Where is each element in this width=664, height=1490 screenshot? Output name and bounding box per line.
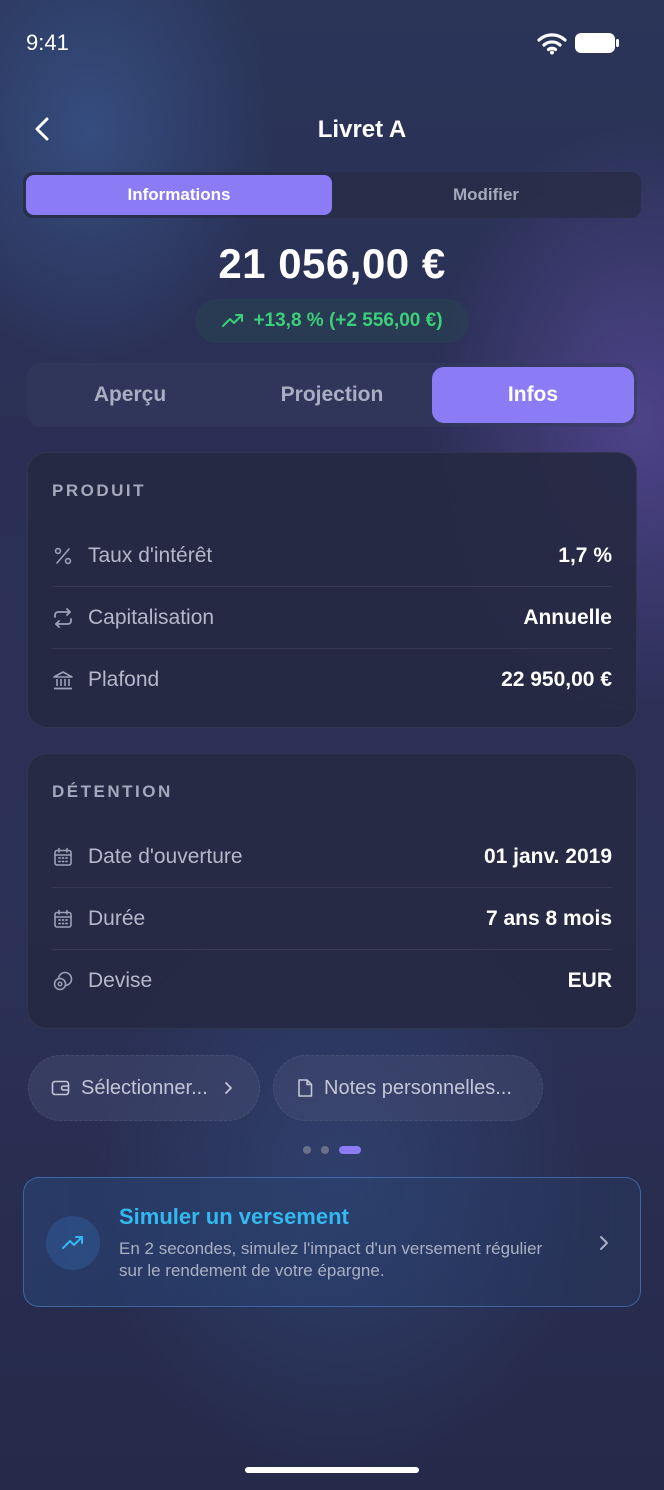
personal-notes-chip[interactable]: Notes personnelles... [273,1055,543,1121]
status-time: 9:41 [26,30,69,55]
page-title: Livret A [317,116,407,143]
row-label: Plafond [88,668,160,691]
row-label: Taux d'intérêt [88,543,213,567]
currency-icon [52,970,74,992]
card-title: DÉTENTION [52,782,173,801]
card-title: PRODUIT [52,481,146,500]
home-indicator [245,1467,419,1473]
segment-control: Informations Modifier [23,172,641,218]
row-value: 22 950,00 € [501,668,612,691]
row-value: Annuelle [523,605,612,629]
notes-chip-label: Notes personnelles... [324,1076,512,1099]
performance-text: +13,8 % (+2 556,00 €) [253,310,443,331]
wifi-icon [537,33,567,55]
simulate-deposit-card[interactable]: Simuler un versement En 2 secondes, simu… [23,1177,641,1307]
row-label: Devise [88,969,153,992]
trend-up-icon [62,1236,83,1249]
promo-text: En 2 secondes, simulez l'impact d'un ver… [119,1239,543,1280]
row-label: Date d'ouverture [88,844,243,868]
info-row-duration: Durée 7 ans 8 mois [52,888,612,950]
tab-apercu[interactable]: Aperçu [29,367,231,423]
repeat-icon [52,607,74,629]
row-label: Capitalisation [88,605,215,629]
document-icon [298,1079,313,1097]
tab-bar: Aperçu Projection Infos [27,363,637,427]
row-value: 7 ans 8 mois [485,906,612,930]
tab-infos[interactable]: Infos [432,367,634,423]
wallet-icon [51,1080,70,1096]
calendar-icon [52,908,74,930]
balance-amount: 21 056,00 € [218,240,446,287]
info-row-interest: Taux d'intérêt 1,7 % [52,525,612,587]
percent-icon [52,545,74,567]
row-value: EUR [567,969,612,992]
bank-icon [52,669,74,691]
info-row-capitalisation: Capitalisation Annuelle [52,587,612,649]
select-account-chip[interactable]: Sélectionner... [28,1055,260,1121]
row-value: 1,7 % [558,543,612,567]
action-chips: Sélectionner... Notes personnelles... [28,1055,648,1121]
page-dot-active[interactable] [339,1146,361,1154]
holding-card: DÉTENTION Date d'ouverture 01 janv. 2019… [27,753,637,1029]
calendar-icon [52,846,74,868]
chevron-right-icon [224,1082,232,1094]
select-chip-label: Sélectionner... [81,1076,208,1099]
promo-title: Simuler un versement [119,1204,349,1229]
segment-informations[interactable]: Informations [26,175,332,215]
info-row-currency: Devise EUR [52,950,612,1012]
nav-bar: Livret A [0,108,664,152]
chevron-right-icon [600,1236,608,1250]
trend-badge [46,1216,100,1270]
battery-icon [575,33,619,53]
row-value: 01 janv. 2019 [483,844,612,868]
performance-badge: +13,8 % (+2 556,00 €) [195,299,469,343]
page-dot[interactable] [303,1146,311,1154]
product-card: PRODUIT Taux d'intérêt 1,7 % Capitalisat… [27,452,637,728]
page-indicator [303,1146,363,1154]
info-row-opening-date: Date d'ouverture 01 janv. 2019 [52,826,612,888]
status-bar: 9:41 [0,0,664,80]
trend-up-icon [222,314,244,327]
page-dot[interactable] [321,1146,329,1154]
tab-projection[interactable]: Projection [231,367,433,423]
segment-modifier[interactable]: Modifier [333,175,639,215]
row-label: Durée [88,906,146,930]
info-row-ceiling: Plafond 22 950,00 € [52,649,612,711]
